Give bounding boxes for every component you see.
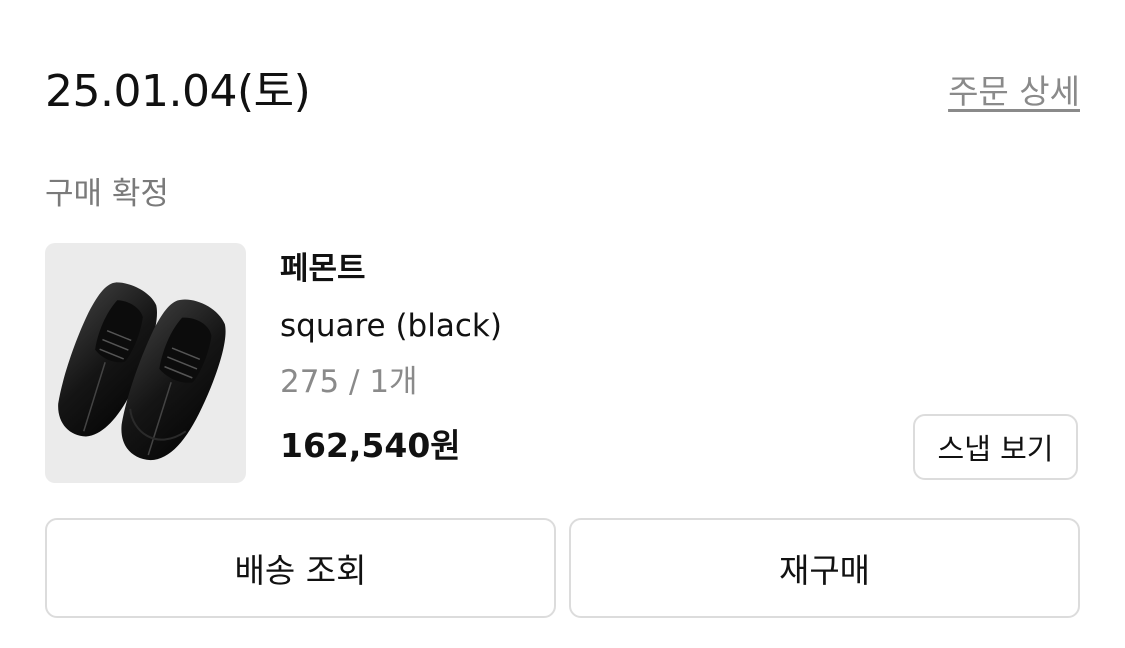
- sneaker-icon: [58, 282, 226, 461]
- order-status: 구매 확정: [45, 176, 169, 212]
- order-date: 25.01.04(토): [45, 66, 311, 117]
- product-name[interactable]: square (black): [280, 305, 502, 347]
- product-brand[interactable]: 페몬트: [280, 248, 366, 290]
- product-thumbnail[interactable]: [45, 243, 246, 483]
- order-detail-link[interactable]: 주문 상세: [948, 70, 1080, 114]
- snap-view-button[interactable]: 스냅 보기: [913, 414, 1078, 480]
- product-option: 275 / 1개: [280, 364, 418, 400]
- product-price: 162,540원: [280, 426, 461, 465]
- order-card: 25.01.04(토) 주문 상세 구매 확정 페몬트 square (blac…: [0, 0, 1125, 648]
- track-delivery-button[interactable]: 배송 조회: [45, 518, 556, 618]
- reorder-button[interactable]: 재구매: [569, 518, 1080, 618]
